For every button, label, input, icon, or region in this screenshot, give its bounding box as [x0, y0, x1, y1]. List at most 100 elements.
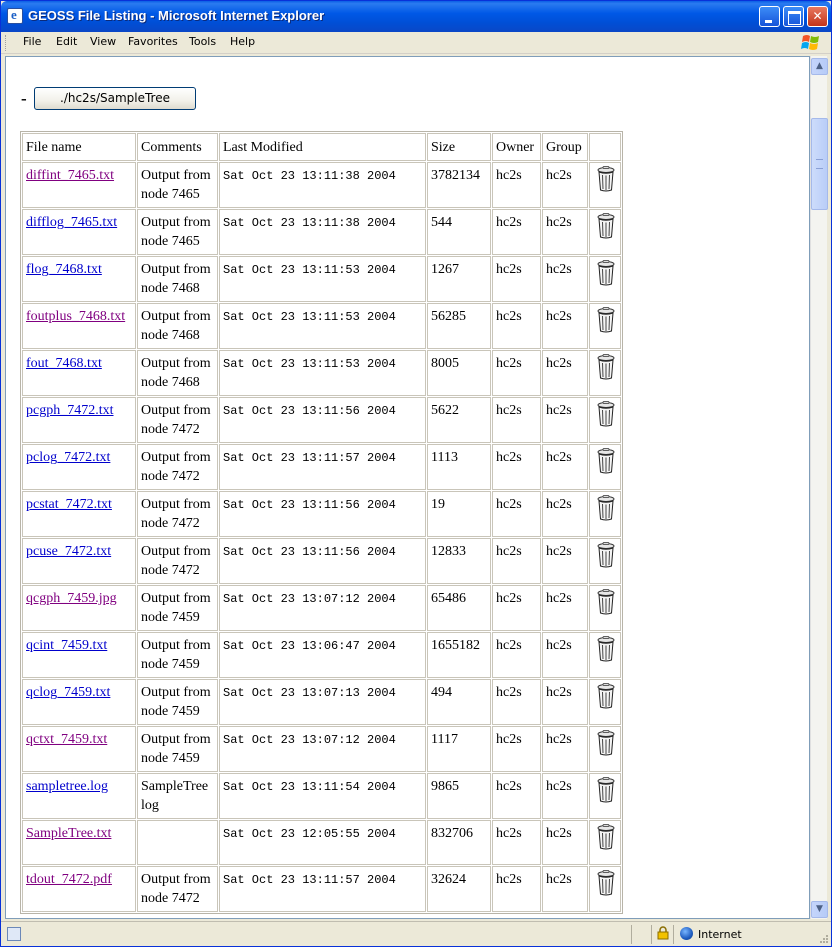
- menu-file[interactable]: File: [23, 35, 41, 48]
- minimize-button[interactable]: [759, 6, 780, 27]
- scroll-down-icon[interactable]: ▼: [811, 901, 828, 918]
- toolbar-grip[interactable]: [5, 35, 8, 51]
- cell-comment: Output from node 7472: [137, 444, 218, 490]
- file-link[interactable]: foutplus_7468.txt: [26, 309, 125, 324]
- cell-size: 32624: [427, 866, 491, 912]
- trash-icon[interactable]: [596, 495, 616, 521]
- trash-icon[interactable]: [596, 260, 616, 286]
- cell-file-name: foutplus_7468.txt: [22, 303, 136, 349]
- status-separator: [631, 925, 632, 944]
- menu-view[interactable]: View: [90, 35, 116, 48]
- trash-icon[interactable]: [596, 166, 616, 192]
- cell-size: 3782134: [427, 162, 491, 208]
- cell-last-modified: Sat Oct 23 13:11:56 2004: [219, 397, 426, 443]
- file-link[interactable]: difflog_7465.txt: [26, 215, 117, 230]
- file-link[interactable]: pcstat_7472.txt: [26, 497, 112, 512]
- table-row: difflog_7465.txt Output from node 7465 Sat…: [22, 209, 621, 255]
- cell-comment: Output from node 7459: [137, 726, 218, 772]
- cell-owner: hc2s: [492, 773, 541, 819]
- cell-comment: [137, 820, 218, 865]
- trash-icon[interactable]: [596, 354, 616, 380]
- table-row: foutplus_7468.txt Output from node 7468 Sa…: [22, 303, 621, 349]
- cell-size: 12833: [427, 538, 491, 584]
- close-button[interactable]: ✕: [807, 6, 828, 27]
- file-link[interactable]: diffint_7465.txt: [26, 168, 114, 183]
- cell-last-modified: Sat Oct 23 13:11:53 2004: [219, 256, 426, 302]
- table-row: pcuse_7472.txt Output from node 7472 Sat O…: [22, 538, 621, 584]
- cell-owner: hc2s: [492, 256, 541, 302]
- file-link[interactable]: fout_7468.txt: [26, 356, 102, 371]
- cell-last-modified: Sat Oct 23 13:11:57 2004: [219, 866, 426, 912]
- trash-icon[interactable]: [596, 777, 616, 803]
- header-owner: Owner: [492, 133, 541, 161]
- table-row: fout_7468.txt Output from node 7468 Sat Oc…: [22, 350, 621, 396]
- trash-icon[interactable]: [596, 824, 616, 850]
- cell-delete: [589, 162, 621, 208]
- title-bar[interactable]: GEOSS File Listing - Microsoft Internet …: [1, 1, 831, 32]
- file-link[interactable]: qclog_7459.txt: [26, 685, 110, 700]
- header-last-modified: Last Modified: [219, 133, 426, 161]
- file-link[interactable]: flog_7468.txt: [26, 262, 102, 277]
- cell-owner: hc2s: [492, 397, 541, 443]
- table-row: diffint_7465.txt Output from node 7465 Sat…: [22, 162, 621, 208]
- cell-file-name: flog_7468.txt: [22, 256, 136, 302]
- cell-owner: hc2s: [492, 444, 541, 490]
- cell-owner: hc2s: [492, 209, 541, 255]
- cell-last-modified: Sat Oct 23 13:11:57 2004: [219, 444, 426, 490]
- path-button[interactable]: ./hc2s/SampleTree: [34, 87, 196, 110]
- menu-edit[interactable]: Edit: [56, 35, 77, 48]
- cell-comment: Output from node 7459: [137, 679, 218, 725]
- resize-grip-icon[interactable]: [819, 934, 829, 944]
- cell-last-modified: Sat Oct 23 13:07:12 2004: [219, 726, 426, 772]
- file-link[interactable]: tdout_7472.pdf: [26, 872, 112, 887]
- cell-comment: Output from node 7459: [137, 585, 218, 631]
- cell-owner: hc2s: [492, 538, 541, 584]
- cell-file-name: pclog_7472.txt: [22, 444, 136, 490]
- file-link[interactable]: pcgph_7472.txt: [26, 403, 114, 418]
- trash-icon[interactable]: [596, 542, 616, 568]
- file-link[interactable]: SampleTree.txt: [26, 826, 111, 841]
- file-link[interactable]: pclog_7472.txt: [26, 450, 110, 465]
- trash-icon[interactable]: [596, 307, 616, 333]
- cell-size: 5622: [427, 397, 491, 443]
- cell-last-modified: Sat Oct 23 13:11:53 2004: [219, 303, 426, 349]
- menu-help[interactable]: Help: [230, 35, 255, 48]
- file-link[interactable]: qcgph_7459.jpg: [26, 591, 117, 606]
- cell-comment: Output from node 7468: [137, 256, 218, 302]
- cell-file-name: pcuse_7472.txt: [22, 538, 136, 584]
- cell-file-name: diffint_7465.txt: [22, 162, 136, 208]
- trash-icon[interactable]: [596, 401, 616, 427]
- cell-file-name: SampleTree.txt: [22, 820, 136, 865]
- file-link[interactable]: qctxt_7459.txt: [26, 732, 107, 747]
- trash-icon[interactable]: [596, 870, 616, 896]
- browser-window: GEOSS File Listing - Microsoft Internet …: [0, 0, 832, 947]
- cell-group: hc2s: [542, 866, 588, 912]
- menu-tools[interactable]: Tools: [189, 35, 216, 48]
- scroll-thumb[interactable]: [811, 118, 828, 210]
- windows-logo-icon: [801, 35, 819, 50]
- window-title: GEOSS File Listing - Microsoft Internet …: [28, 8, 325, 23]
- maximize-button[interactable]: [783, 6, 804, 27]
- cell-delete: [589, 679, 621, 725]
- security-zone-label: Internet: [698, 928, 742, 941]
- table-row: pcstat_7472.txt Output from node 7472 Sat …: [22, 491, 621, 537]
- file-link[interactable]: qcint_7459.txt: [26, 638, 107, 653]
- trash-icon[interactable]: [596, 636, 616, 662]
- cell-delete: [589, 538, 621, 584]
- scroll-up-icon[interactable]: ▲: [811, 58, 828, 75]
- cell-last-modified: Sat Oct 23 12:05:55 2004: [219, 820, 426, 865]
- trash-icon[interactable]: [596, 448, 616, 474]
- trash-icon[interactable]: [596, 213, 616, 239]
- ie-page-icon[interactable]: [7, 7, 23, 24]
- file-link[interactable]: pcuse_7472.txt: [26, 544, 111, 559]
- menu-favorites[interactable]: Favorites: [128, 35, 178, 48]
- cell-size: 9865: [427, 773, 491, 819]
- table-row: SampleTree.txt Sat Oct 23 12:05:55 2004 83…: [22, 820, 621, 865]
- trash-icon[interactable]: [596, 683, 616, 709]
- vertical-scrollbar[interactable]: ▲ ▼: [810, 56, 828, 919]
- file-link[interactable]: sampletree.log: [26, 779, 108, 794]
- cell-file-name: qcint_7459.txt: [22, 632, 136, 678]
- trash-icon[interactable]: [596, 730, 616, 756]
- cell-size: 1655182: [427, 632, 491, 678]
- trash-icon[interactable]: [596, 589, 616, 615]
